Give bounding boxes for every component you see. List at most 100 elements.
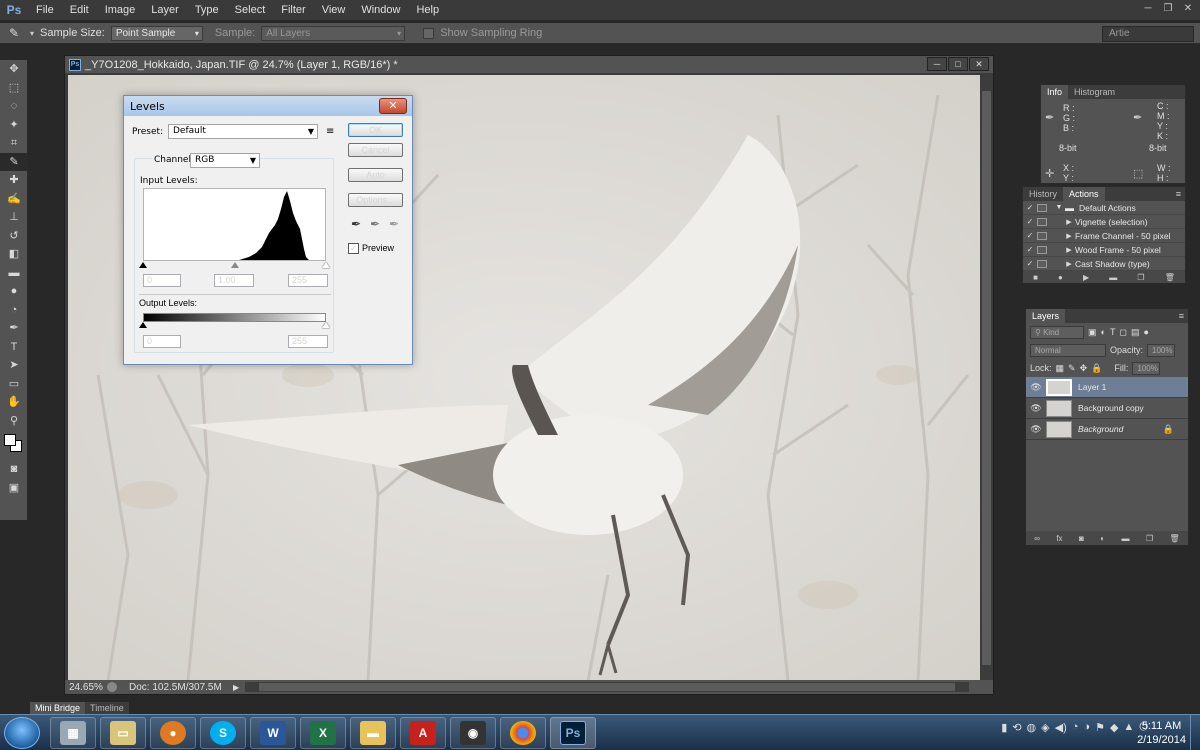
layer-kind-filter[interactable]: ⚲ Kind — [1030, 325, 1084, 339]
new-layer-icon[interactable]: ❐ — [1146, 534, 1153, 543]
menu-layer[interactable]: Layer — [143, 0, 187, 20]
preview-checkbox[interactable]: ✓ — [348, 243, 359, 254]
wifi-icon[interactable]: ◔ — [1072, 721, 1079, 734]
lock-image-icon[interactable]: ✎ — [1068, 363, 1076, 374]
auto-button[interactable]: Auto — [348, 168, 403, 182]
dialog-toggle-icon[interactable] — [1037, 245, 1047, 254]
expand-arrow-icon[interactable]: ▶ — [1063, 246, 1075, 254]
stop-icon[interactable]: ■ — [1033, 273, 1038, 282]
menu-type[interactable]: Type — [187, 0, 227, 20]
lasso-tool-icon[interactable]: ◌ — [0, 97, 28, 116]
scrollbar-thumb[interactable] — [982, 91, 991, 665]
eyedropper-tool-icon[interactable]: ✎ — [4, 26, 24, 40]
check-icon[interactable]: ✓ — [1023, 245, 1037, 254]
minimize-icon[interactable]: ─ — [927, 57, 947, 71]
check-icon[interactable]: ✓ — [1023, 259, 1037, 268]
menu-help[interactable]: Help — [408, 0, 447, 20]
network-icon[interactable]: ◍ — [1027, 721, 1037, 734]
dialog-toggle-icon[interactable] — [1037, 259, 1047, 268]
history-brush-tool-icon[interactable]: ↺ — [0, 227, 28, 246]
tab-history[interactable]: History — [1023, 187, 1063, 201]
clock[interactable]: 5:11 AM 2/19/2014 — [1137, 719, 1186, 747]
options-button[interactable]: Options... — [348, 193, 403, 207]
clone-stamp-tool-icon[interactable]: ⊥ — [0, 208, 28, 227]
play-icon[interactable]: ▶ — [1083, 273, 1089, 282]
type-filter-icon[interactable]: T — [1110, 327, 1116, 337]
lock-transparent-icon[interactable]: ▦ — [1056, 363, 1065, 374]
check-icon[interactable]: ✓ — [1023, 217, 1037, 226]
output-black-field[interactable]: 0 — [143, 335, 181, 348]
dodge-tool-icon[interactable]: ◔ — [0, 301, 28, 320]
menu-window[interactable]: Window — [353, 0, 408, 20]
layer-name[interactable]: Layer 1 — [1078, 382, 1106, 392]
shape-filter-icon[interactable]: ◻ — [1119, 327, 1126, 338]
skype-app[interactable]: S — [200, 717, 246, 749]
security-icon[interactable]: ◈ — [1041, 721, 1049, 734]
battery-icon[interactable]: ▮ — [1001, 721, 1007, 734]
levels-title-bar[interactable]: Levels — [124, 96, 412, 116]
lock-all-icon[interactable]: 🔒 — [1091, 363, 1102, 374]
file-explorer-app[interactable]: ▬ — [350, 717, 396, 749]
quick-select-tool-icon[interactable]: ✦ — [0, 116, 28, 135]
zoom-level[interactable]: 24.65% — [65, 682, 103, 693]
panel-menu-icon[interactable]: ≡ — [1179, 309, 1184, 323]
close-icon[interactable]: ✕ — [379, 98, 407, 114]
trash-icon[interactable]: 🗑 — [1170, 534, 1180, 543]
expand-arrow-icon[interactable]: ▼ — [1053, 204, 1065, 211]
tab-info[interactable]: Info — [1041, 85, 1069, 99]
photoshop-app[interactable]: Ps — [550, 717, 596, 749]
action-row[interactable]: ✓ ▶ Cast Shadow (type) — [1023, 257, 1185, 271]
word-app[interactable]: W — [250, 717, 296, 749]
input-black-slider[interactable] — [139, 262, 147, 268]
menu-select[interactable]: Select — [227, 0, 274, 20]
close-icon[interactable]: ✕ — [1180, 2, 1196, 16]
horizontal-scrollbar[interactable] — [245, 682, 969, 692]
volume-icon[interactable]: ◀) — [1055, 721, 1067, 734]
menu-edit[interactable]: Edit — [62, 0, 97, 20]
expand-arrow-icon[interactable]: ▶ — [1063, 232, 1075, 240]
layer-row[interactable]: 👁 Background copy — [1026, 398, 1188, 419]
antivirus-icon[interactable]: ◆ — [1110, 721, 1118, 734]
layer-row[interactable]: 👁 Layer 1 — [1026, 377, 1188, 398]
menu-view[interactable]: View — [314, 0, 354, 20]
healing-brush-tool-icon[interactable]: ✚ — [0, 171, 28, 190]
document-title-bar[interactable]: Ps _Y7O1208_Hokkaido, Japan.TIF @ 24.7% … — [65, 56, 993, 73]
white-eyedropper-icon[interactable]: ✒ — [389, 217, 399, 231]
document-size[interactable]: Doc: 102.5M/307.5M — [123, 682, 233, 693]
close-icon[interactable]: ✕ — [969, 57, 989, 71]
input-black-field[interactable]: 0 — [143, 274, 181, 287]
eye-icon[interactable]: 👁 — [1026, 382, 1046, 393]
explorer-app[interactable]: ▭ — [100, 717, 146, 749]
restore-icon[interactable]: ❐ — [1160, 2, 1176, 16]
cancel-button[interactable]: Cancel — [348, 143, 403, 157]
path-select-tool-icon[interactable]: ➤ — [0, 356, 28, 375]
preset-select[interactable]: Default ▼ — [168, 124, 318, 139]
eye-icon[interactable]: 👁 — [1026, 403, 1046, 414]
mask-icon[interactable]: ◙ — [1079, 534, 1084, 543]
filter-toggle-icon[interactable]: ● — [1143, 327, 1148, 337]
output-white-slider[interactable] — [322, 322, 330, 328]
tab-histogram[interactable]: Histogram — [1068, 85, 1121, 99]
brush-tool-icon[interactable]: ✍ — [0, 190, 28, 209]
dialog-toggle-icon[interactable] — [1037, 231, 1047, 240]
sample-size-select[interactable]: Point Sample ▾ — [110, 25, 203, 41]
tab-actions[interactable]: Actions — [1063, 187, 1105, 201]
marquee-tool-icon[interactable]: ⬚ — [0, 79, 28, 98]
shape-tool-icon[interactable]: ▭ — [0, 375, 28, 394]
action-row[interactable]: ✓ ▶ Vignette (selection) — [1023, 215, 1185, 229]
adjustment-icon[interactable]: ◐ — [1100, 534, 1105, 543]
quick-mask-icon[interactable]: ◙ — [0, 460, 28, 479]
preset-options-icon[interactable]: ≡ — [326, 126, 334, 137]
type-tool-icon[interactable]: T — [0, 338, 28, 357]
eyedropper-tool-icon[interactable]: ✎ — [0, 152, 28, 171]
adjustment-filter-icon[interactable]: ◐ — [1101, 327, 1106, 337]
eraser-tool-icon[interactable]: ◧ — [0, 245, 28, 264]
eye-icon[interactable]: 👁 — [1026, 424, 1046, 435]
new-action-icon[interactable]: ❐ — [1137, 273, 1144, 282]
menu-image[interactable]: Image — [97, 0, 144, 20]
hand-tool-icon[interactable]: ✋ — [0, 393, 28, 412]
gray-eyedropper-icon[interactable]: ✒ — [370, 217, 380, 231]
opacity-field[interactable]: 100% — [1147, 343, 1176, 357]
fx-icon[interactable]: fx — [1056, 534, 1062, 543]
crop-tool-icon[interactable]: ⌗ — [0, 134, 28, 153]
